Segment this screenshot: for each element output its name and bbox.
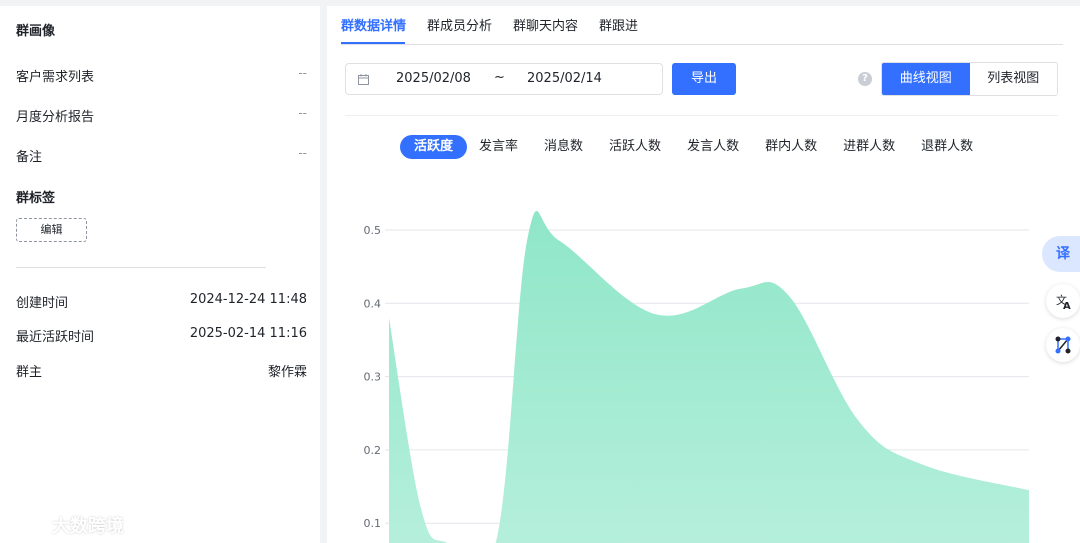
edit-tags-button[interactable]: 编辑 [16, 218, 87, 242]
y-tick-label: 0.2 [364, 444, 382, 457]
translate-button[interactable]: 译 [1042, 236, 1080, 272]
group-profile-title: 群画像 [16, 24, 56, 39]
watermark-text: 大数跨境 [52, 516, 124, 537]
last-active-label: 最近活跃时间 [16, 330, 95, 345]
y-tick-label: 0.1 [364, 517, 382, 530]
activity-chart: 0.5 0.4 0.3 0.2 0.1 [364, 211, 1029, 543]
notes-label: 备注 [16, 150, 43, 165]
group-tags-title: 群标签 [16, 191, 56, 206]
group-owner-value: 黎作霖 [267, 365, 307, 380]
monthly-report-label: 月度分析报告 [16, 110, 95, 125]
language-icon: 文 A [1056, 293, 1071, 312]
customer-needs-value: -- [298, 66, 307, 80]
created-time-value: 2024-12-24 11:48 [189, 292, 307, 307]
group-info-panel: 群画像 客户需求列表 -- 月度分析报告 -- 备注 -- 群标签 编辑 创建时… [0, 6, 320, 543]
y-tick-label: 0.5 [364, 224, 382, 237]
y-tick-label: 0.4 [364, 297, 382, 310]
customer-needs-label: 客户需求列表 [16, 70, 95, 85]
y-tick-label: 0.3 [364, 371, 382, 384]
svg-text:A: A [1063, 301, 1071, 312]
last-active-value: 2025-02-14 11:16 [189, 326, 307, 341]
notes-value: -- [298, 146, 307, 160]
watermark-logo-icon [11, 514, 29, 531]
divider [16, 267, 266, 268]
network-tool-icon[interactable] [1046, 328, 1080, 362]
created-time-label: 创建时间 [16, 296, 69, 311]
nodes-icon [1055, 336, 1071, 354]
monthly-report-value: -- [298, 106, 307, 120]
group-data-panel: 群数据详情 群成员分析 群聊天内容 群跟进 2025/02/08 ~ 2025/… [327, 6, 1080, 543]
translate-tool-icon[interactable]: 文 A [1046, 284, 1080, 318]
group-owner-label: 群主 [16, 365, 43, 380]
